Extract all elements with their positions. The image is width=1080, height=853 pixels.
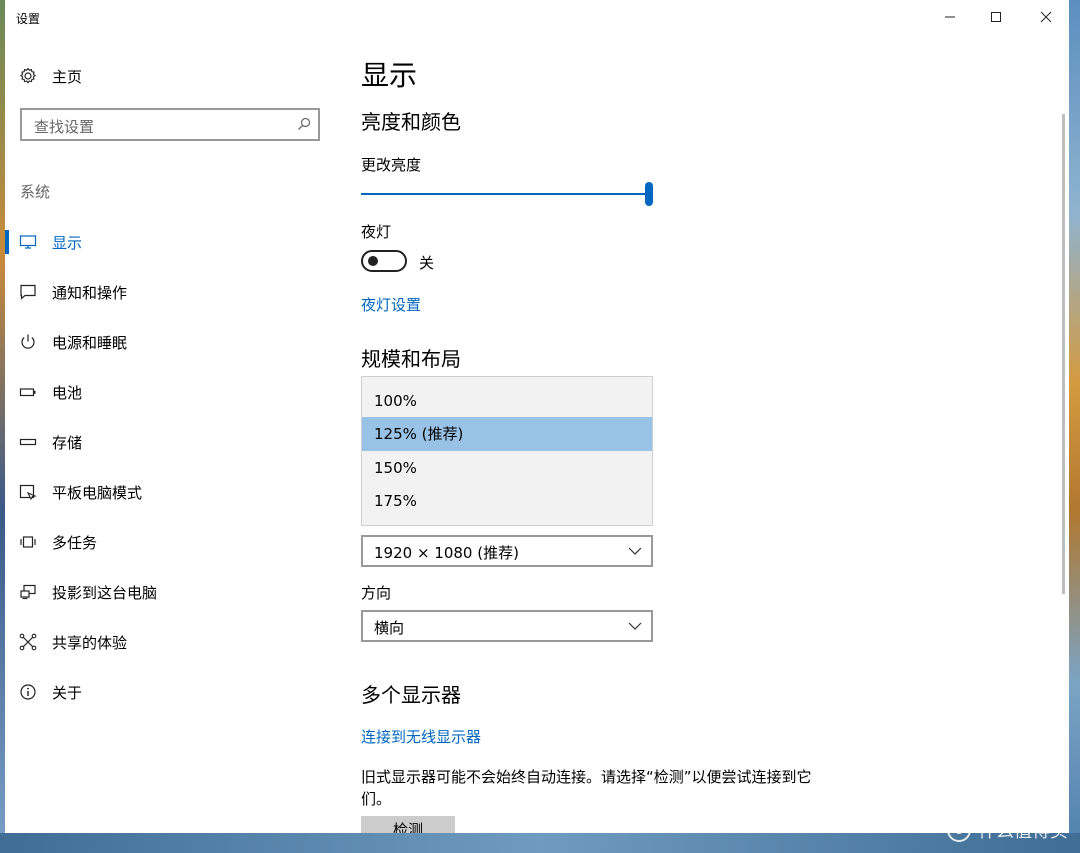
maximize-button[interactable] [973, 0, 1019, 34]
sidebar-item-label: 关于 [52, 683, 83, 702]
sidebar-item-label: 存储 [52, 433, 83, 452]
scale-option[interactable]: 150% [362, 451, 652, 485]
watermark: 什么值得买 [946, 817, 1068, 843]
shared-experience-icon [19, 633, 37, 651]
home-nav-item[interactable]: 主页 [19, 64, 82, 88]
minimize-icon [945, 16, 955, 18]
brightness-heading: 亮度和颜色 [361, 110, 461, 134]
sidebar-item-display[interactable]: 显示 [5, 217, 335, 267]
desktop-background-right [1069, 0, 1080, 853]
sidebar-item-label: 显示 [52, 233, 83, 252]
connect-wireless-display-link[interactable]: 连接到无线显示器 [361, 726, 481, 747]
orientation-value: 横向 [374, 619, 405, 637]
resolution-dropdown[interactable]: 1920 × 1080 (推荐) [361, 535, 653, 567]
multiple-displays-heading: 多个显示器 [361, 683, 461, 707]
sidebar-item-storage[interactable]: 存储 [5, 417, 335, 467]
minimize-button[interactable] [927, 0, 973, 34]
sidebar-item-battery[interactable]: 电池 [5, 367, 335, 417]
search-placeholder: 查找设置 [34, 118, 95, 136]
close-icon [1040, 11, 1052, 23]
orientation-label: 方向 [361, 584, 392, 602]
sidebar-item-label: 平板电脑模式 [52, 483, 143, 502]
search-input[interactable]: 查找设置 [20, 108, 320, 141]
brightness-label: 更改亮度 [361, 156, 422, 174]
sidebar-nav: 显示 通知和操作 电源和睡眠 电池 存储 平板电脑模式 多任务 投影到这台电脑 … [5, 217, 335, 717]
battery-icon [19, 383, 37, 401]
window-title: 设置 [16, 12, 41, 26]
sidebar-item-tablet-mode[interactable]: 平板电脑模式 [5, 467, 335, 517]
tablet-mode-icon [19, 483, 37, 501]
night-light-state: 关 [419, 254, 435, 272]
sidebar-item-project[interactable]: 投影到这台电脑 [5, 567, 335, 617]
watermark-text: 什么值得买 [978, 821, 1068, 842]
page-title: 显示 [361, 59, 418, 92]
info-icon [19, 683, 37, 701]
chevron-down-icon [628, 622, 642, 630]
scale-option[interactable]: 100% [362, 384, 652, 418]
sidebar-item-power[interactable]: 电源和睡眠 [5, 317, 335, 367]
sidebar-item-label: 电池 [52, 383, 83, 402]
sidebar-item-label: 共享的体验 [52, 633, 128, 652]
power-icon [19, 333, 37, 351]
project-icon [19, 583, 37, 601]
monitor-icon [19, 233, 37, 251]
sidebar-item-label: 通知和操作 [52, 283, 128, 302]
resolution-value: 1920 × 1080 (推荐) [374, 544, 519, 562]
notification-icon [19, 283, 37, 301]
scrollbar[interactable] [1062, 114, 1065, 594]
multitask-icon [19, 533, 37, 551]
gear-icon [19, 67, 37, 84]
sidebar-item-label: 电源和睡眠 [52, 333, 128, 352]
watermark-logo-icon [947, 818, 971, 842]
maximize-icon [991, 12, 1001, 22]
scale-option[interactable]: 175% [362, 484, 652, 518]
scale-layout-heading: 规模和布局 [361, 347, 461, 371]
toggle-knob [368, 256, 378, 266]
slider-thumb[interactable] [645, 182, 653, 206]
chevron-down-icon [628, 547, 642, 555]
sidebar-item-label: 多任务 [52, 533, 98, 552]
night-light-label: 夜灯 [361, 223, 392, 241]
night-light-settings-link[interactable]: 夜灯设置 [361, 294, 421, 315]
sidebar-item-shared-experiences[interactable]: 共享的体验 [5, 617, 335, 667]
storage-icon [19, 433, 37, 451]
detect-button[interactable]: 检测 [361, 816, 455, 833]
scale-dropdown-list[interactable]: 100% 125% (推荐) 150% 175% [361, 376, 653, 526]
settings-window: 设置 主页 查找设置 系统 显示 通知和操作 电源和睡眠 电池 存储 平板电脑模… [5, 0, 1069, 833]
sidebar: 主页 查找设置 系统 显示 通知和操作 电源和睡眠 电池 存储 平板电脑模式 多… [5, 34, 335, 833]
home-label: 主页 [52, 67, 83, 86]
main-content: 显示 亮度和颜色 更改亮度 夜灯 关 夜灯设置 规模和布局 100% 125% … [361, 34, 1051, 833]
sidebar-item-notifications[interactable]: 通知和操作 [5, 267, 335, 317]
sidebar-item-multitasking[interactable]: 多任务 [5, 517, 335, 567]
search-icon [298, 117, 311, 130]
sidebar-item-about[interactable]: 关于 [5, 667, 335, 717]
title-bar: 设置 [5, 0, 1069, 34]
slider-track [361, 193, 651, 195]
scale-option-selected[interactable]: 125% (推荐) [362, 417, 652, 451]
desktop-background-bottom [0, 833, 1080, 853]
brightness-slider[interactable] [361, 181, 653, 207]
legacy-display-note: 旧式显示器可能不会始终自动连接。请选择“检测”以便尝试连接到它们。 [361, 768, 812, 808]
orientation-dropdown[interactable]: 横向 [361, 610, 653, 642]
night-light-toggle[interactable] [361, 250, 407, 272]
close-button[interactable] [1023, 0, 1069, 34]
section-label-system: 系统 [20, 183, 51, 201]
sidebar-item-label: 投影到这台电脑 [52, 583, 158, 602]
